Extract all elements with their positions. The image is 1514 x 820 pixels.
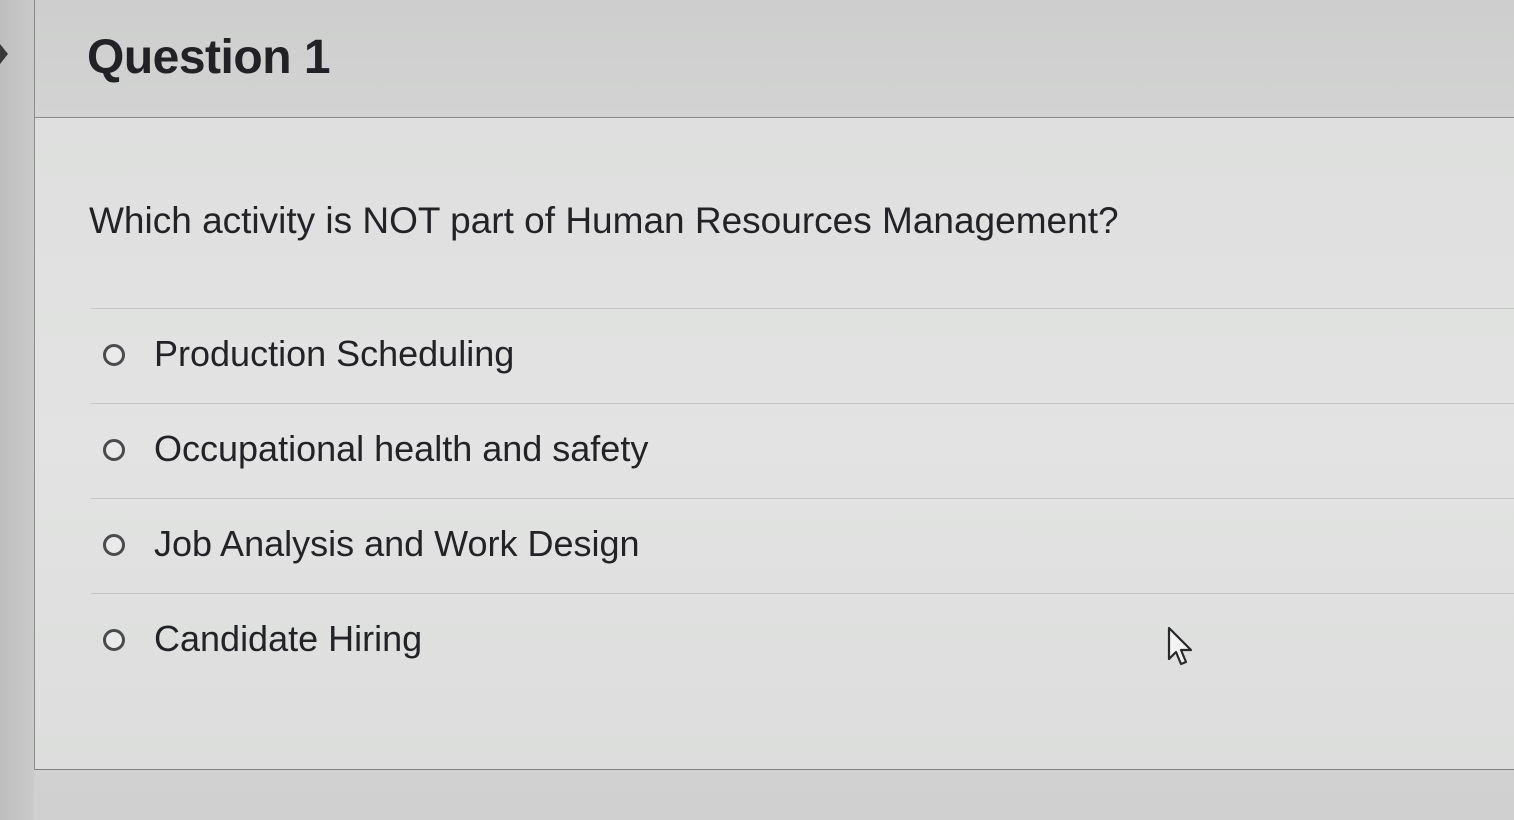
chevron-right-icon[interactable] [0, 44, 8, 64]
answer-option[interactable]: Occupational health and safety [91, 404, 1514, 499]
radio-unchecked-icon[interactable] [103, 439, 125, 461]
question-title: Question 1 [87, 31, 331, 84]
mouse-pointer-icon [1167, 626, 1193, 666]
answer-label[interactable]: Candidate Hiring [154, 618, 422, 660]
question-body: Which activity is NOT part of Human Reso… [35, 118, 1514, 770]
answer-option[interactable]: Candidate Hiring [91, 594, 1514, 689]
question-prompt: Which activity is NOT part of Human Reso… [89, 200, 1119, 241]
answer-option[interactable]: Production Scheduling [91, 309, 1514, 404]
radio-unchecked-icon[interactable] [103, 629, 125, 651]
left-gutter [0, 0, 34, 820]
question-card: Question 1 Which activity is NOT part of… [34, 0, 1514, 770]
answer-option[interactable]: Job Analysis and Work Design [91, 499, 1514, 594]
radio-unchecked-icon[interactable] [103, 344, 125, 366]
answer-label[interactable]: Occupational health and safety [154, 428, 648, 470]
answer-options: Production Scheduling Occupational healt… [91, 308, 1514, 689]
answer-label[interactable]: Production Scheduling [154, 333, 514, 375]
radio-unchecked-icon[interactable] [103, 534, 125, 556]
answer-label[interactable]: Job Analysis and Work Design [154, 523, 640, 565]
question-header: Question 1 [35, 0, 1514, 118]
